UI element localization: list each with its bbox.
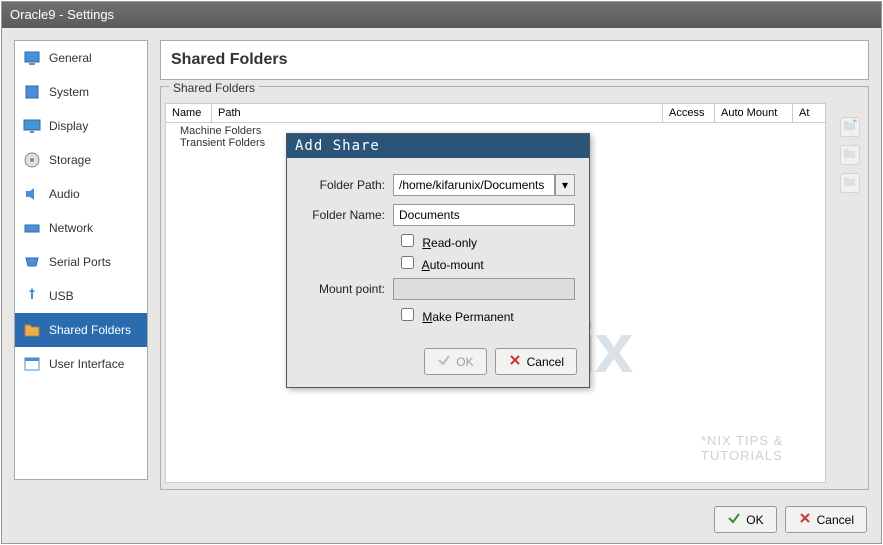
permanent-checkbox-label[interactable]: Make Permanent	[401, 310, 514, 324]
sidebar-item-label: Serial Ports	[49, 255, 111, 269]
side-buttons: +	[840, 117, 860, 193]
cancel-button[interactable]: Cancel	[785, 506, 867, 533]
display-monitor-icon	[23, 49, 41, 67]
readonly-checkbox[interactable]	[401, 234, 414, 247]
col-automount[interactable]: Auto Mount	[715, 104, 793, 122]
automount-text: uto-mount	[430, 258, 484, 272]
sidebar-item-shared-folders[interactable]: Shared Folders	[15, 313, 147, 347]
col-name[interactable]: Name	[166, 104, 212, 122]
dialog-cancel-label: Cancel	[527, 355, 564, 369]
sidebar-item-label: System	[49, 85, 89, 99]
row-mountpoint: Mount point:	[301, 278, 575, 300]
ok-label: OK	[746, 513, 763, 527]
folder-name-input[interactable]	[393, 204, 575, 226]
dialog-ok-button[interactable]: OK	[424, 348, 486, 375]
add-share-button[interactable]: +	[840, 117, 860, 137]
sidebar-item-label: Network	[49, 221, 93, 235]
add-share-dialog: Add Share Folder Path: ▾ Folder Name:	[286, 133, 590, 388]
sidebar: General System Display Storage Audio Net…	[14, 40, 148, 480]
folder-path-combo[interactable]: ▾	[393, 174, 575, 196]
cancel-label: Cancel	[817, 513, 854, 527]
disk-icon	[23, 151, 41, 169]
dialog-title: Add Share	[287, 134, 589, 158]
dialog-cancel-button[interactable]: Cancel	[495, 348, 577, 375]
window-icon	[23, 355, 41, 373]
row-permanent: Make Permanent	[301, 308, 575, 324]
page-title-box: Shared Folders	[160, 40, 869, 80]
row-folder-path: Folder Path: ▾	[301, 174, 575, 196]
automount-checkbox[interactable]	[401, 256, 414, 269]
sidebar-item-general[interactable]: General	[15, 41, 147, 75]
sidebar-item-label: User Interface	[49, 357, 124, 371]
sidebar-item-user-interface[interactable]: User Interface	[15, 347, 147, 381]
mountpoint-label: Mount point:	[301, 282, 393, 296]
readonly-text: ead-only	[431, 236, 477, 250]
dialog-buttons: OK Cancel	[287, 340, 589, 387]
automount-checkbox-label[interactable]: Auto-mount	[401, 258, 484, 272]
groupbox-legend: Shared Folders	[169, 81, 259, 95]
sidebar-item-label: Storage	[49, 153, 91, 167]
remove-share-button[interactable]	[840, 173, 860, 193]
mountpoint-input	[393, 278, 575, 300]
page-title: Shared Folders	[171, 51, 858, 69]
folder-path-label: Folder Path:	[301, 178, 393, 192]
col-path[interactable]: Path	[212, 104, 663, 122]
permanent-checkbox[interactable]	[401, 308, 414, 321]
col-at[interactable]: At	[793, 104, 825, 122]
cross-icon	[798, 511, 812, 528]
permanent-text: ake Permanent	[432, 310, 513, 324]
check-icon	[727, 511, 741, 528]
ok-button[interactable]: OK	[714, 506, 776, 533]
dialog-ok-label: OK	[456, 355, 473, 369]
sidebar-item-network[interactable]: Network	[15, 211, 147, 245]
table-header: Name Path Access Auto Mount At	[165, 103, 826, 123]
speaker-icon	[23, 185, 41, 203]
folder-edit-icon	[843, 146, 857, 165]
sidebar-item-storage[interactable]: Storage	[15, 143, 147, 177]
sidebar-item-label: USB	[49, 289, 74, 303]
serial-icon	[23, 253, 41, 271]
sidebar-item-serial-ports[interactable]: Serial Ports	[15, 245, 147, 279]
titlebar: Oracle9 - Settings	[2, 2, 881, 28]
folder-plus-icon: +	[843, 118, 857, 137]
monitor-icon	[23, 117, 41, 135]
folder-icon	[23, 321, 41, 339]
sidebar-item-system[interactable]: System	[15, 75, 147, 109]
check-icon	[437, 353, 451, 370]
dialog-body: Folder Path: ▾ Folder Name: Read-only	[287, 158, 589, 340]
network-icon	[23, 219, 41, 237]
usb-icon	[23, 287, 41, 305]
edit-share-button[interactable]	[840, 145, 860, 165]
folder-path-input[interactable]	[393, 174, 555, 196]
watermark-sub: *NIX TIPS & TUTORIALS	[701, 433, 825, 463]
chip-icon	[23, 83, 41, 101]
col-access[interactable]: Access	[663, 104, 715, 122]
sidebar-item-label: General	[49, 51, 92, 65]
sidebar-item-display[interactable]: Display	[15, 109, 147, 143]
row-readonly: Read-only	[301, 234, 575, 250]
row-automount: Auto-mount	[301, 256, 575, 272]
sidebar-item-label: Shared Folders	[49, 323, 131, 337]
folder-name-label: Folder Name:	[301, 208, 393, 222]
chevron-down-icon: ▾	[562, 178, 568, 192]
folder-path-dropdown-button[interactable]: ▾	[555, 174, 575, 196]
row-folder-name: Folder Name:	[301, 204, 575, 226]
sidebar-item-label: Audio	[49, 187, 80, 201]
svg-text:+: +	[852, 118, 857, 126]
sidebar-item-audio[interactable]: Audio	[15, 177, 147, 211]
window-title: Oracle9 - Settings	[10, 7, 114, 22]
sidebar-item-usb[interactable]: USB	[15, 279, 147, 313]
folder-minus-icon	[843, 174, 857, 193]
sidebar-item-label: Display	[49, 119, 88, 133]
footer-buttons: OK Cancel	[714, 506, 867, 533]
cross-icon	[508, 353, 522, 370]
readonly-checkbox-label[interactable]: Read-only	[401, 236, 477, 250]
